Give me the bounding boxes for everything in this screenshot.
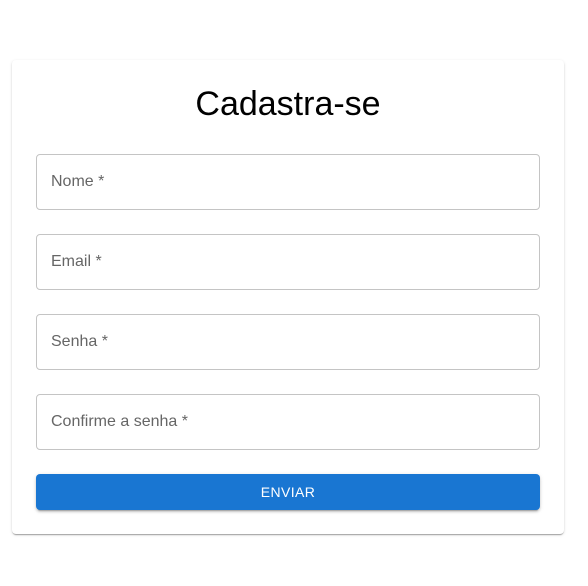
name-input[interactable] [37, 155, 539, 209]
email-field[interactable]: Email * [36, 234, 540, 290]
submit-button[interactable]: ENVIAR [36, 474, 540, 510]
email-input[interactable] [37, 235, 539, 289]
signup-card: Cadastra-se Nome * Email * Senha * Confi… [12, 60, 564, 534]
confirm-password-field[interactable]: Confirme a senha * [36, 394, 540, 450]
confirm-password-input[interactable] [37, 395, 539, 449]
password-field[interactable]: Senha * [36, 314, 540, 370]
form-title: Cadastra-se [195, 85, 381, 123]
name-field[interactable]: Nome * [36, 154, 540, 210]
password-input[interactable] [37, 315, 539, 369]
